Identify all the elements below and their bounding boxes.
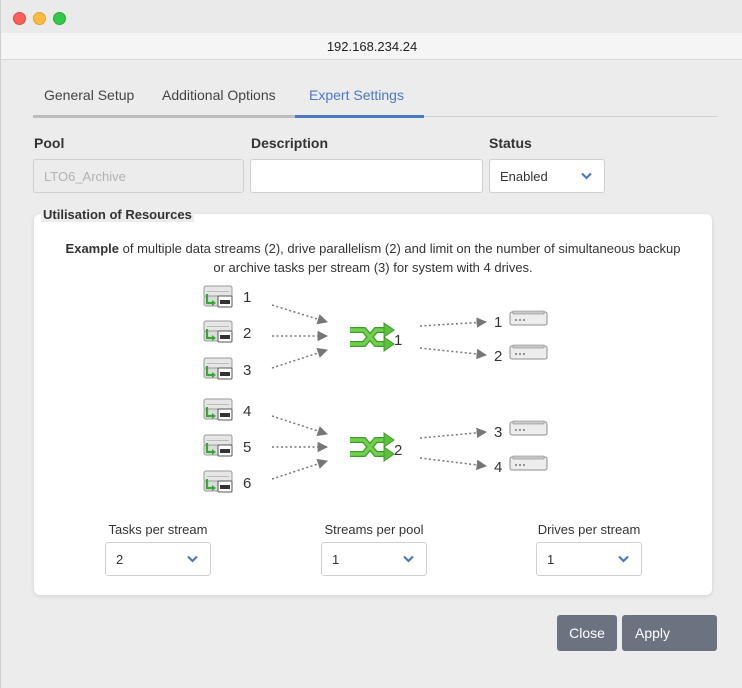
drive-number: 4: [494, 459, 502, 476]
tab-expert-settings[interactable]: Expert Settings: [295, 86, 424, 118]
tasks-per-stream-select[interactable]: 2: [105, 542, 211, 576]
maximize-window-button[interactable]: [53, 12, 66, 25]
status-label: Status: [489, 135, 532, 151]
task-number: 2: [243, 325, 251, 342]
flow-arrow: [271, 415, 328, 437]
pool-field: LTO6_Archive: [33, 159, 244, 193]
tab-additional-options[interactable]: Additional Options: [149, 86, 295, 118]
task-icon: [202, 433, 234, 458]
close-window-button[interactable]: [13, 12, 26, 25]
stream-number: 2: [394, 442, 402, 459]
status-select[interactable]: Enabled: [489, 159, 605, 193]
chevron-down-icon: [581, 172, 592, 180]
chevron-down-icon: [187, 555, 198, 563]
description-label: Description: [251, 135, 329, 151]
tab-label: Additional Options: [162, 87, 276, 103]
resource-diagram: 1 2 3 4 5 6 1 2 1 2 3 4: [202, 284, 548, 494]
chevron-down-icon: [618, 555, 629, 563]
description-field[interactable]: [250, 159, 483, 193]
address-bar: 192.168.234.24: [1, 33, 742, 60]
tape-drive-icon: [509, 455, 548, 471]
task-icon: [202, 469, 234, 494]
pool-label: Pool: [34, 135, 65, 151]
flow-arrow: [419, 317, 488, 328]
title-bar: [1, 0, 742, 33]
task-number: 3: [243, 362, 251, 379]
stream-number: 1: [394, 332, 402, 349]
drive-number: 2: [494, 348, 502, 365]
tape-drive-icon: [509, 344, 548, 360]
task-icon: [202, 319, 234, 344]
task-number: 1: [243, 289, 251, 306]
task-icon: [202, 356, 234, 381]
tasks-per-stream-value: 2: [116, 552, 124, 567]
tab-underline: [295, 115, 424, 118]
drives-per-stream-value: 1: [547, 552, 555, 567]
task-icon: [202, 397, 234, 422]
task-icon: [202, 284, 234, 309]
dialog-window: 192.168.234.24 General Setup Additional …: [0, 0, 742, 688]
flow-arrow: [419, 457, 488, 471]
utilisation-card: Example of multiple data streams (2), dr…: [34, 214, 712, 595]
flow-arrow: [419, 347, 488, 360]
status-select-value: Enabled: [500, 169, 548, 184]
streams-per-pool-select[interactable]: 1: [321, 542, 427, 576]
stream-shuffle-icon: [350, 323, 394, 351]
chevron-down-icon: [403, 555, 414, 563]
tab-bar: General Setup Additional Options Expert …: [33, 86, 717, 118]
tasks-per-stream-label: Tasks per stream: [108, 522, 208, 537]
stream-shuffle-icon: [350, 433, 394, 461]
streams-per-pool-value: 1: [332, 552, 340, 567]
minimize-window-button[interactable]: [33, 12, 46, 25]
drive-number: 1: [494, 314, 502, 331]
drives-per-stream-select[interactable]: 1: [536, 542, 642, 576]
utilisation-legend: Utilisation of Resources: [41, 207, 194, 222]
flow-arrow: [271, 304, 329, 325]
tab-general-setup[interactable]: General Setup: [33, 86, 149, 118]
flow-arrow: [271, 458, 328, 480]
tab-label: General Setup: [44, 87, 135, 103]
task-number: 6: [243, 475, 251, 492]
close-button[interactable]: Close: [557, 615, 617, 651]
tab-underline: [33, 115, 149, 118]
drive-number: 3: [494, 424, 502, 441]
task-number: 5: [243, 439, 251, 456]
drives-per-stream-label: Drives per stream: [537, 522, 641, 537]
task-number: 4: [243, 403, 251, 420]
tab-underline: [149, 115, 295, 118]
tape-drive-icon: [509, 420, 548, 436]
flow-arrow: [419, 427, 488, 439]
tape-drive-icon: [509, 310, 548, 326]
streams-per-pool-label: Streams per pool: [324, 522, 424, 537]
apply-button[interactable]: Apply: [622, 615, 717, 651]
flow-arrow: [271, 347, 328, 369]
tab-label: Expert Settings: [309, 87, 404, 103]
address-text: 192.168.234.24: [326, 39, 418, 54]
